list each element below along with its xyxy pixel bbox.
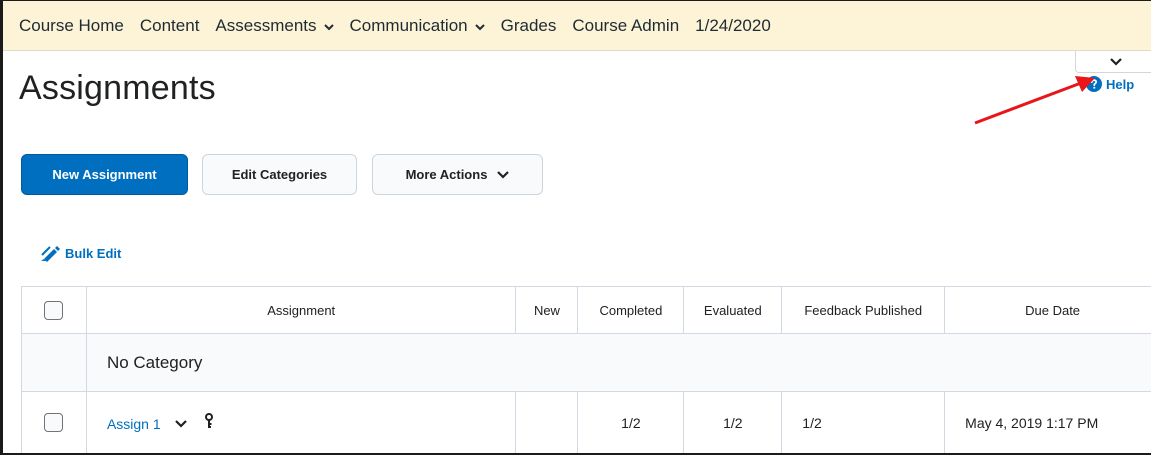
key-icon [205, 413, 214, 428]
column-header[interactable]: Assignment [85, 286, 517, 334]
nav-label: Communication [349, 15, 468, 35]
select-all-checkbox[interactable] [44, 300, 64, 320]
collapse-nav-toggle[interactable] [1075, 51, 1151, 73]
course-navbar: Course Home Content Assessments Communic… [3, 1, 1151, 51]
category-label: No Category [85, 333, 1151, 392]
nav-communication[interactable]: Communication [350, 16, 485, 36]
feedback-published-cell[interactable]: 1/2 [781, 391, 946, 453]
button-label: Edit Categories [231, 167, 328, 182]
nav-label: Course Home [19, 15, 124, 35]
nav-content[interactable]: Content [140, 16, 200, 36]
column-header[interactable]: Evaluated [683, 286, 783, 334]
bulk-edit-link[interactable]: Bulk Edit [41, 244, 121, 262]
nav-assessments[interactable]: Assessments [215, 15, 334, 36]
chevron-down-icon [1110, 58, 1122, 66]
edit-categories-button[interactable]: Edit Categories [202, 154, 357, 195]
help-label: Help [1106, 76, 1135, 92]
category-row: No Category [21, 333, 1151, 392]
assignments-table: Assignment New Completed Evaluated Feedb… [21, 286, 1151, 453]
more-actions-button[interactable]: More Actions [372, 154, 543, 195]
pencil-edit-icon [41, 246, 60, 262]
new-cell [515, 391, 579, 453]
nav-label: 1/24/2020 [695, 15, 771, 35]
nav-grades[interactable]: Grades [501, 16, 557, 36]
bulk-edit-label: Bulk Edit [65, 245, 122, 261]
select-all-cell [21, 286, 87, 334]
table-row: Assign 1 1/2 1/2 1/2 May 4, 2019 1:17 PM [21, 391, 1151, 453]
column-header[interactable]: Completed [577, 286, 685, 334]
chevron-down-icon [497, 170, 510, 179]
nav-label: Assessments [215, 15, 317, 35]
button-label: New Assignment [52, 167, 157, 182]
annotation-arrow [974, 76, 1095, 125]
column-header[interactable]: New [515, 286, 579, 334]
category-spacer [21, 333, 87, 392]
chevron-down-icon [323, 23, 334, 30]
column-header[interactable]: Due Date [944, 286, 1151, 334]
column-header[interactable]: Feedback Published [781, 286, 946, 334]
chevron-down-icon[interactable] [174, 419, 187, 429]
nav-course-admin[interactable]: Course Admin [572, 16, 679, 36]
completed-cell[interactable]: 1/2 [577, 391, 685, 453]
nav-course-home[interactable]: Course Home [19, 16, 124, 36]
evaluated-cell[interactable]: 1/2 [683, 391, 783, 453]
page-title: Assignments [19, 69, 216, 107]
table-header-row: Assignment New Completed Evaluated Feedb… [21, 286, 1151, 334]
app-frame: Course Home Content Assessments Communic… [0, 0, 1151, 455]
nav-date[interactable]: 1/24/2020 [695, 16, 771, 36]
row-select-cell [21, 391, 87, 453]
nav-label: Course Admin [572, 15, 680, 35]
new-assignment-button[interactable]: New Assignment [21, 154, 188, 195]
chevron-down-icon [474, 23, 485, 30]
nav-label: Grades [500, 15, 557, 35]
button-label: More Actions [405, 167, 488, 182]
row-checkbox[interactable] [44, 413, 64, 432]
assignment-name: Assign 1 [106, 416, 161, 432]
assignment-link[interactable]: Assign 1 [107, 416, 161, 432]
due-date-cell: May 4, 2019 1:17 PM [944, 391, 1151, 453]
nav-label: Content [139, 15, 200, 35]
assignment-cell: Assign 1 [85, 391, 517, 453]
